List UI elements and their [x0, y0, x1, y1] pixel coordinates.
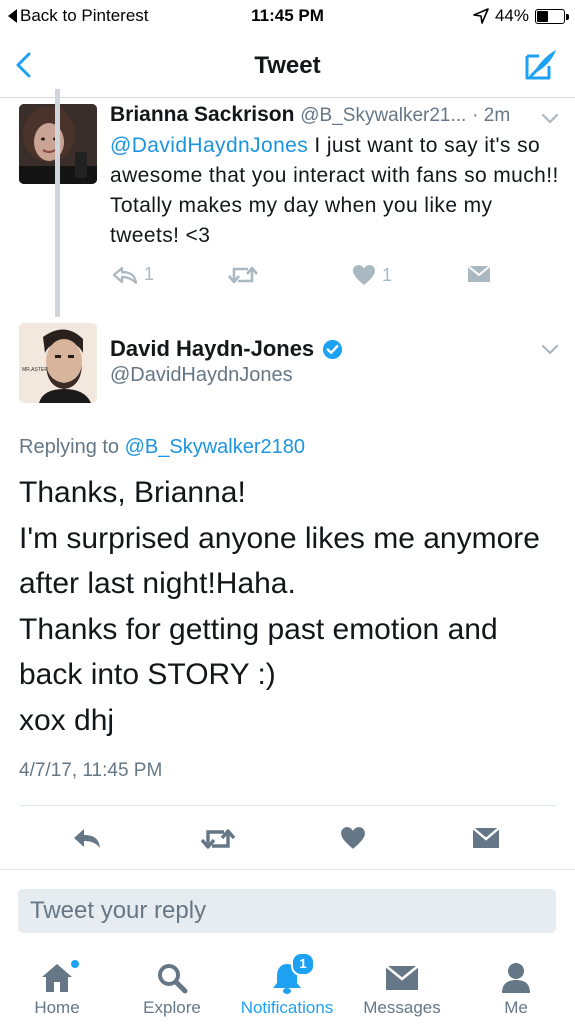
like-count: 1: [382, 264, 393, 285]
chevron-left-icon[interactable]: [12, 50, 36, 80]
direct-message-button[interactable]: [466, 264, 492, 284]
tab-label: Me: [504, 998, 528, 1017]
thread-line: [55, 89, 60, 317]
page-title: Tweet: [254, 52, 321, 79]
replying-to-handle[interactable]: @B_Skywalker2180: [125, 436, 305, 458]
envelope-icon: [467, 265, 491, 282]
tab-bar: Home Explore 1 Notifications Messages Me: [0, 944, 575, 1024]
reply-icon[interactable]: [72, 826, 102, 850]
reply-count: 1: [144, 264, 155, 284]
tab-me[interactable]: Me: [456, 956, 575, 1018]
tweet-line: xox dhj: [19, 703, 115, 737]
tweet-line: Thanks for getting past emotion and: [19, 612, 498, 646]
parent-tweet-age: · 2m: [472, 105, 511, 126]
reply-button[interactable]: 1: [112, 264, 154, 285]
nav-bar: Tweet: [0, 32, 575, 98]
status-bar: Back to Pinterest 11:45 PM 44%: [0, 0, 575, 32]
avatar-photo: MR.ASTER: [19, 323, 97, 403]
reply-icon: [112, 266, 138, 284]
avatar[interactable]: MR.ASTER: [19, 323, 97, 403]
envelope-icon[interactable]: [472, 826, 500, 850]
person-icon: [502, 963, 530, 993]
battery-icon: [535, 8, 569, 24]
main-tweet-text: Thanks, Brianna! I'm surprised anyone li…: [19, 470, 564, 743]
avatar-text: MR.ASTER: [22, 367, 48, 373]
tab-label: Explore: [143, 998, 201, 1017]
reply-input[interactable]: Tweet your reply: [18, 889, 556, 933]
retweet-button[interactable]: [228, 264, 258, 286]
chevron-down-icon[interactable]: [540, 112, 560, 126]
tab-explore[interactable]: Explore: [112, 956, 232, 1018]
envelope-icon: [385, 965, 419, 990]
tab-label: Notifications: [240, 998, 334, 1017]
parent-author-name[interactable]: Brianna Sackrison: [110, 103, 294, 126]
home-icon: [42, 964, 72, 992]
compose-icon[interactable]: [523, 46, 559, 82]
retweet-icon: [228, 266, 258, 284]
reply-placeholder: Tweet your reply: [30, 897, 207, 924]
parent-tweet-actions: 1 1: [110, 264, 550, 288]
chevron-down-icon[interactable]: [540, 343, 560, 357]
parent-tweet-header: Brianna Sackrison @B_Skywalker21... · 2m: [110, 103, 510, 127]
heart-icon[interactable]: [340, 826, 366, 850]
tweet-line: after last night!Haha.: [19, 567, 296, 600]
tab-label: Messages: [363, 998, 441, 1017]
battery-percent: 44%: [494, 6, 529, 25]
main-author-name[interactable]: David Haydn-Jones: [110, 336, 314, 362]
new-content-dot: [71, 960, 79, 968]
verified-badge-icon: [323, 339, 343, 359]
retweet-icon[interactable]: [200, 826, 236, 852]
search-icon: [158, 964, 188, 994]
tweet-timestamp: 4/7/17, 11:45 PM: [19, 760, 163, 781]
like-button[interactable]: 1: [352, 264, 392, 286]
divider: [19, 805, 557, 806]
main-tweet-actions: [0, 822, 575, 858]
location-arrow-icon: [473, 8, 489, 24]
tab-home[interactable]: Home: [0, 956, 117, 1018]
replying-to: Replying to @B_Skywalker2180: [19, 436, 305, 459]
tweet-line: I'm surprised anyone likes me anymore: [19, 521, 540, 555]
tab-label: Home: [34, 998, 80, 1017]
main-author-handle: @DavidHaydnJones: [110, 364, 293, 386]
heart-icon: [353, 265, 375, 285]
divider: [0, 869, 575, 870]
parent-author-handle: @B_Skywalker21...: [300, 105, 467, 126]
tab-notifications[interactable]: 1 Notifications: [227, 952, 347, 1018]
status-indicators: 44%: [473, 6, 569, 26]
tweet-line: Thanks, Brianna!: [19, 476, 246, 509]
main-author-row: David Haydn-Jones: [110, 336, 343, 362]
tab-messages[interactable]: Messages: [342, 956, 462, 1018]
notification-badge: 1: [291, 952, 315, 976]
replying-to-prefix: Replying to: [19, 436, 125, 458]
tweet-line: back into STORY :): [19, 658, 276, 691]
parent-tweet-text: @DavidHaydnJones I just want to say it's…: [110, 131, 560, 251]
mention-link[interactable]: @DavidHaydnJones: [110, 134, 308, 157]
